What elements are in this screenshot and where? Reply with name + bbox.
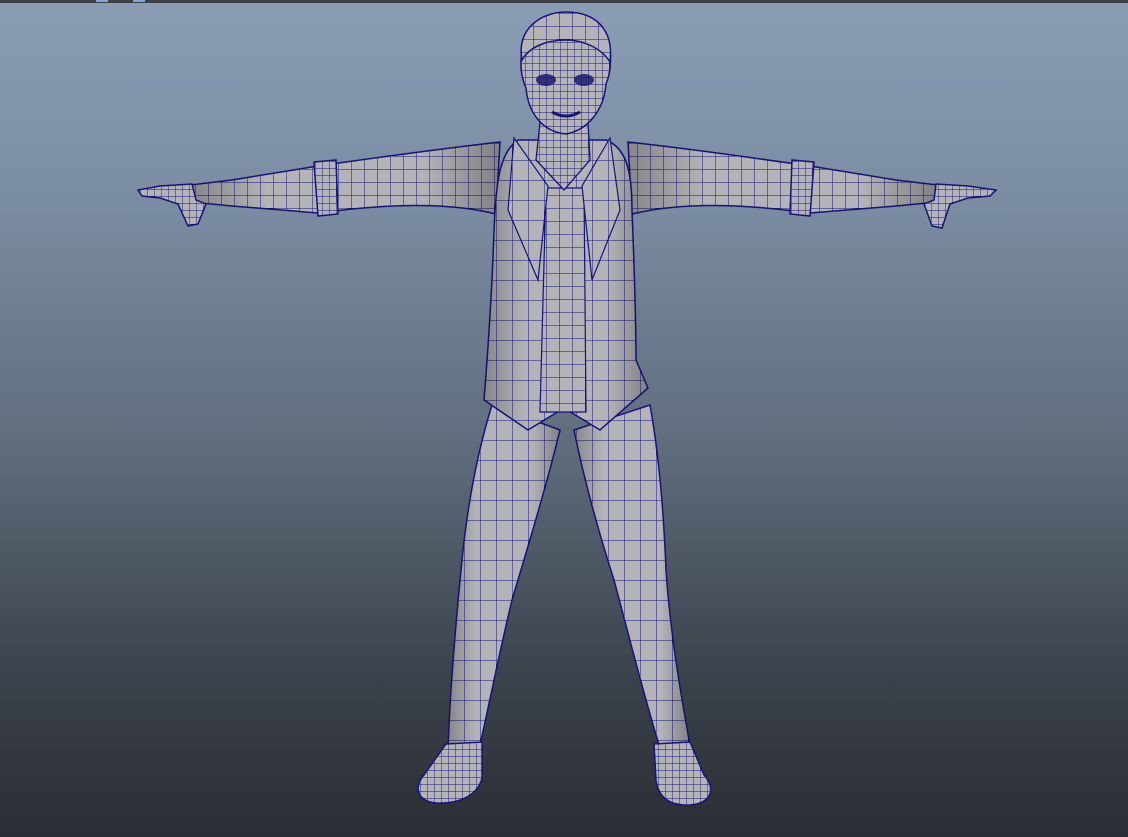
left-eye (536, 74, 556, 86)
left-leg[interactable] (417, 404, 561, 804)
head[interactable] (520, 11, 612, 135)
right-arm[interactable] (627, 141, 998, 229)
character-mesh[interactable] (0, 0, 1128, 837)
right-eye (574, 74, 594, 86)
left-arm[interactable] (136, 141, 501, 227)
maya-3d-viewport[interactable] (0, 0, 1128, 837)
right-leg[interactable] (573, 404, 712, 806)
